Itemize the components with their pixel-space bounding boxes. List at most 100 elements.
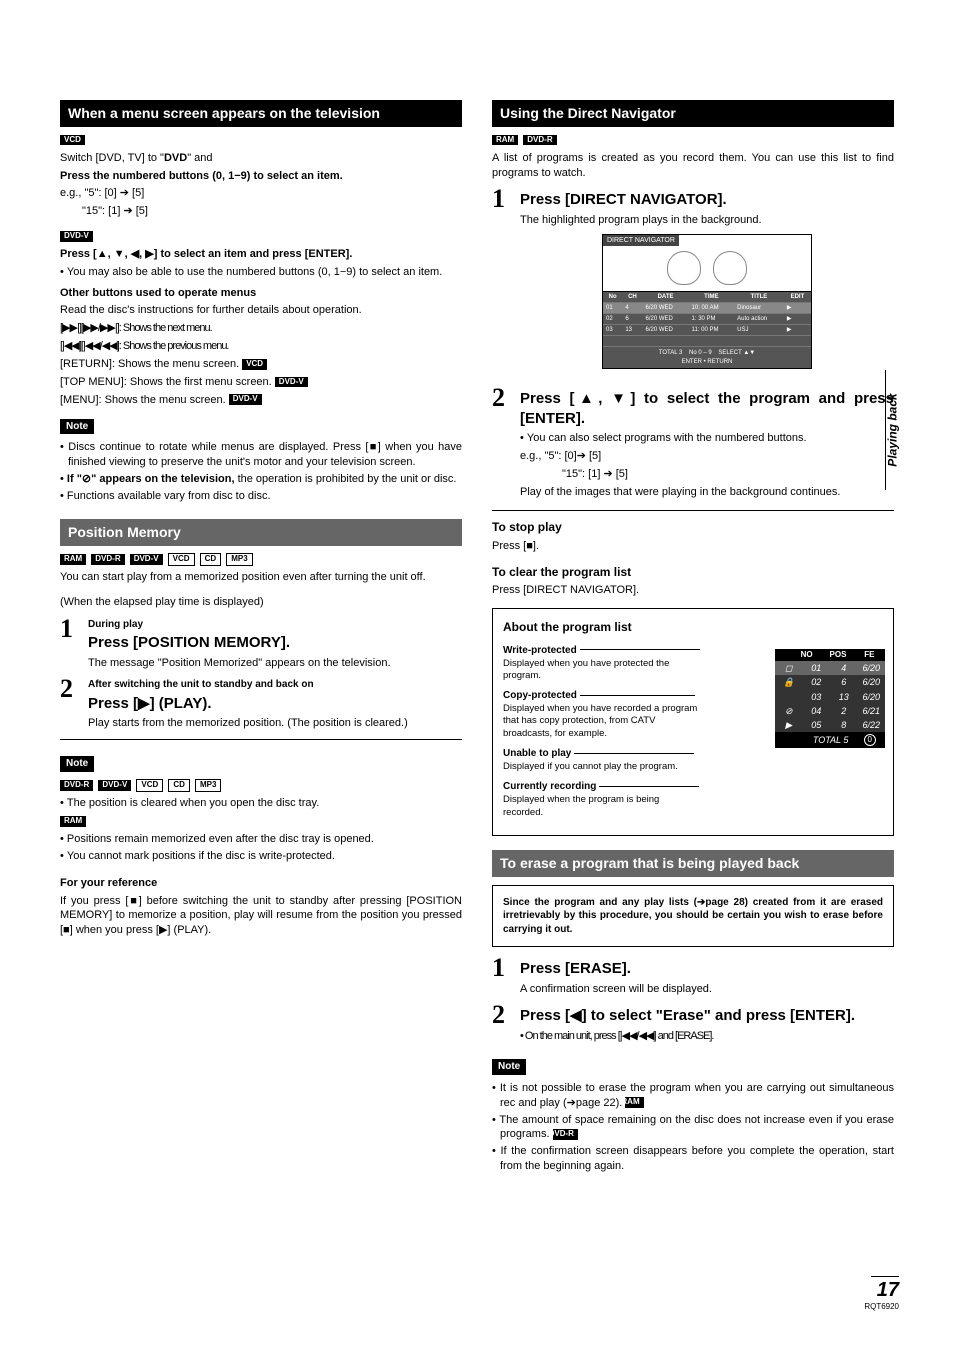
dn-step-2: 2 Press [▲, ▼] to select the program and… [492,385,894,503]
page-columns: When a menu screen appears on the televi… [60,100,894,1176]
recording-icon: ▶ [775,719,803,731]
write-protect-icon: ◻ [775,662,803,674]
pm-when: (When the elapsed play time is displayed… [60,595,462,610]
direct-navigator-mockup: DIRECT NAVIGATOR NoCH DATETIME TITLEEDIT… [602,234,812,369]
step-number-2: 2 [60,676,78,731]
step2-title: Press [▶] (PLAY). [88,694,462,714]
read-instructions: Read the disc's instructions for further… [60,303,462,318]
cr-label: Currently recording [503,780,596,794]
dn-s2-desc: Play of the images that were playing in … [520,485,894,500]
note-tag-2: Note [60,756,94,772]
press-arrows: Press [▲, ▼, ◀, ▶] to select an item and… [60,247,462,262]
step-number-1r: 1 [492,186,510,378]
op-prev-menu: [|◀◀][|◀◀/◀◀]: Shows the previous menu. [60,339,462,354]
pm-tags: RAM DVD-R DVD-V VCD CD MP3 [60,552,462,567]
about-program-list: About the program list Write-protected D… [492,608,894,836]
note-prohibited: If "⊘" appears on the television, the op… [60,472,462,487]
pm-step-1: 1 During play Press [POSITION MEMORY]. T… [60,616,462,671]
section-direct-navigator: Using the Direct Navigator [492,100,894,127]
left-column: When a menu screen appears on the televi… [60,100,462,1176]
step1-title: Press [POSITION MEMORY]. [88,633,462,653]
erase-note-2: The amount of space remaining on the dis… [492,1113,894,1143]
up-desc: Displayed if you cannot play the program… [503,761,723,773]
page-number-block: 17 RQT6920 [864,1276,899,1311]
step1-sub: During play [88,618,462,632]
op-next-menu: [▶▶|][▶▶/▶▶|]: Shows the next menu. [60,321,462,336]
dn-scene-illustration [603,246,811,292]
dn-s1-desc: The highlighted program plays in the bac… [520,213,894,228]
dn-step-1: 1 Press [DIRECT NAVIGATOR]. The highligh… [492,186,894,378]
tag-dvdv: DVD-V [60,231,93,242]
dn-tags: RAM DVD-R [492,133,894,148]
pm-note-3: You cannot mark positions if the disc is… [60,849,462,864]
step2-desc: Play starts from the memorized position.… [88,716,462,731]
example-15: "15": [1] ➔ [5] [82,204,462,219]
bullet-numbered: You may also be able to use the numbered… [60,265,462,280]
page-number: 17 [871,1276,899,1302]
pm-intro: You can start play from a memorized posi… [60,570,462,585]
side-tab: Playing back [885,370,899,490]
dn-intro: A list of programs is created as you rec… [492,151,894,181]
bullet-list: You may also be able to use the numbered… [60,265,462,280]
cp-label: Copy-protected [503,689,577,703]
erase-step-2: 2 Press [◀] to select "Erase" and press … [492,1002,894,1045]
dn-footer: TOTAL 3 No 0 – 9 SELECT ▲▼ ENTER • RETUR… [603,347,811,367]
section-position-memory: Position Memory [60,519,462,546]
erase-notes: It is not possible to erase the program … [492,1081,894,1174]
step-number-1: 1 [60,616,78,671]
erase-warning: Since the program and any play lists (➔p… [492,885,894,948]
step-number-2r: 2 [492,385,510,503]
ref-heading: For your reference [60,876,462,891]
ref-body: If you press [■] before switching the un… [60,894,462,939]
dn-table: NoCH DATETIME TITLEEDIT 014 6/20 WED10: … [603,292,811,347]
clear-list-body: Press [DIRECT NAVIGATOR]. [492,583,894,598]
doc-code: RQT6920 [864,1302,899,1311]
dn-s1-title: Press [DIRECT NAVIGATOR]. [520,190,894,210]
wp-desc: Displayed when you have protected the pr… [503,658,693,683]
op-topmenu: [TOP MENU]: Shows the first menu screen.… [60,375,462,390]
side-tab-label: Playing back [886,393,900,466]
wp-label: Write-protected [503,644,577,658]
erase-s1-title: Press [ERASE]. [520,959,894,979]
erase-note-1: It is not possible to erase the program … [492,1081,894,1111]
cr-desc: Displayed when the program is being reco… [503,794,693,819]
switch-line: Switch [DVD, TV] to "DVD" and [60,151,462,166]
zero-circle: 0 [864,734,876,746]
pm-note-tags-1: DVD-R DVD-V VCD CD MP3 [60,779,462,794]
note-functions-vary: Functions available vary from disc to di… [60,489,462,504]
other-buttons-heading: Other buttons used to operate menus [60,286,462,301]
erase-s2-title: Press [◀] to select "Erase" and press [E… [520,1006,894,1026]
erase-step-1: 1 Press [ERASE]. A confirmation screen w… [492,955,894,996]
dn-s2-b1: You can also select programs with the nu… [520,431,894,446]
op-menu: [MENU]: Shows the menu screen. DVD-V [60,393,462,408]
note-tag-3: Note [492,1059,526,1075]
dn-s2-title: Press [▲, ▼] to select the program and p… [520,389,894,430]
op-return: [RETURN]: Shows the menu screen. VCD [60,357,462,372]
tag-vcd: VCD [60,135,85,146]
note-tag: Note [60,419,94,435]
program-list-mockup: NO POS FE ◻0146/20 🔒0266/20 03136/20 ⊘04… [775,649,885,749]
erase-s1-desc: A confirmation screen will be displayed. [520,982,894,997]
dn-s2-eg1: e.g., "5": [0]➔ [5] [520,449,894,464]
pm-note-2: Positions remain memorized even after th… [60,832,462,847]
example-5: e.g., "5": [0] ➔ [5] [60,186,462,201]
section-erase: To erase a program that is being played … [492,850,894,877]
cp-desc: Displayed when you have recorded a progr… [503,703,698,740]
step1-desc: The message "Position Memorized" appears… [88,656,462,671]
step2-sub: After switching the unit to standby and … [88,678,462,692]
unable-icon: ⊘ [775,705,803,717]
stop-play-body: Press [■]. [492,539,894,554]
pm-note-1: The position is cleared when you open th… [60,796,462,811]
press-numbered: Press the numbered buttons (0, 1−9) to s… [60,169,462,184]
clear-list-heading: To clear the program list [492,564,894,580]
right-column: Using the Direct Navigator RAM DVD-R A l… [492,100,894,1176]
pm-step-2: 2 After switching the unit to standby an… [60,676,462,731]
erase-note-3: If the confirmation screen disappears be… [492,1144,894,1174]
about-title: About the program list [503,619,883,635]
stop-play-heading: To stop play [492,519,894,535]
dn-s2-eg2: "15": [1] ➔ [5] [562,467,894,482]
note-discs-rotate: Discs continue to rotate while menus are… [60,440,462,470]
up-label: Unable to play [503,747,571,761]
section-menu-screen: When a menu screen appears on the televi… [60,100,462,127]
erase-s2-bullet: On the main unit, press [|◀◀/◀◀] and [ER… [520,1029,894,1044]
